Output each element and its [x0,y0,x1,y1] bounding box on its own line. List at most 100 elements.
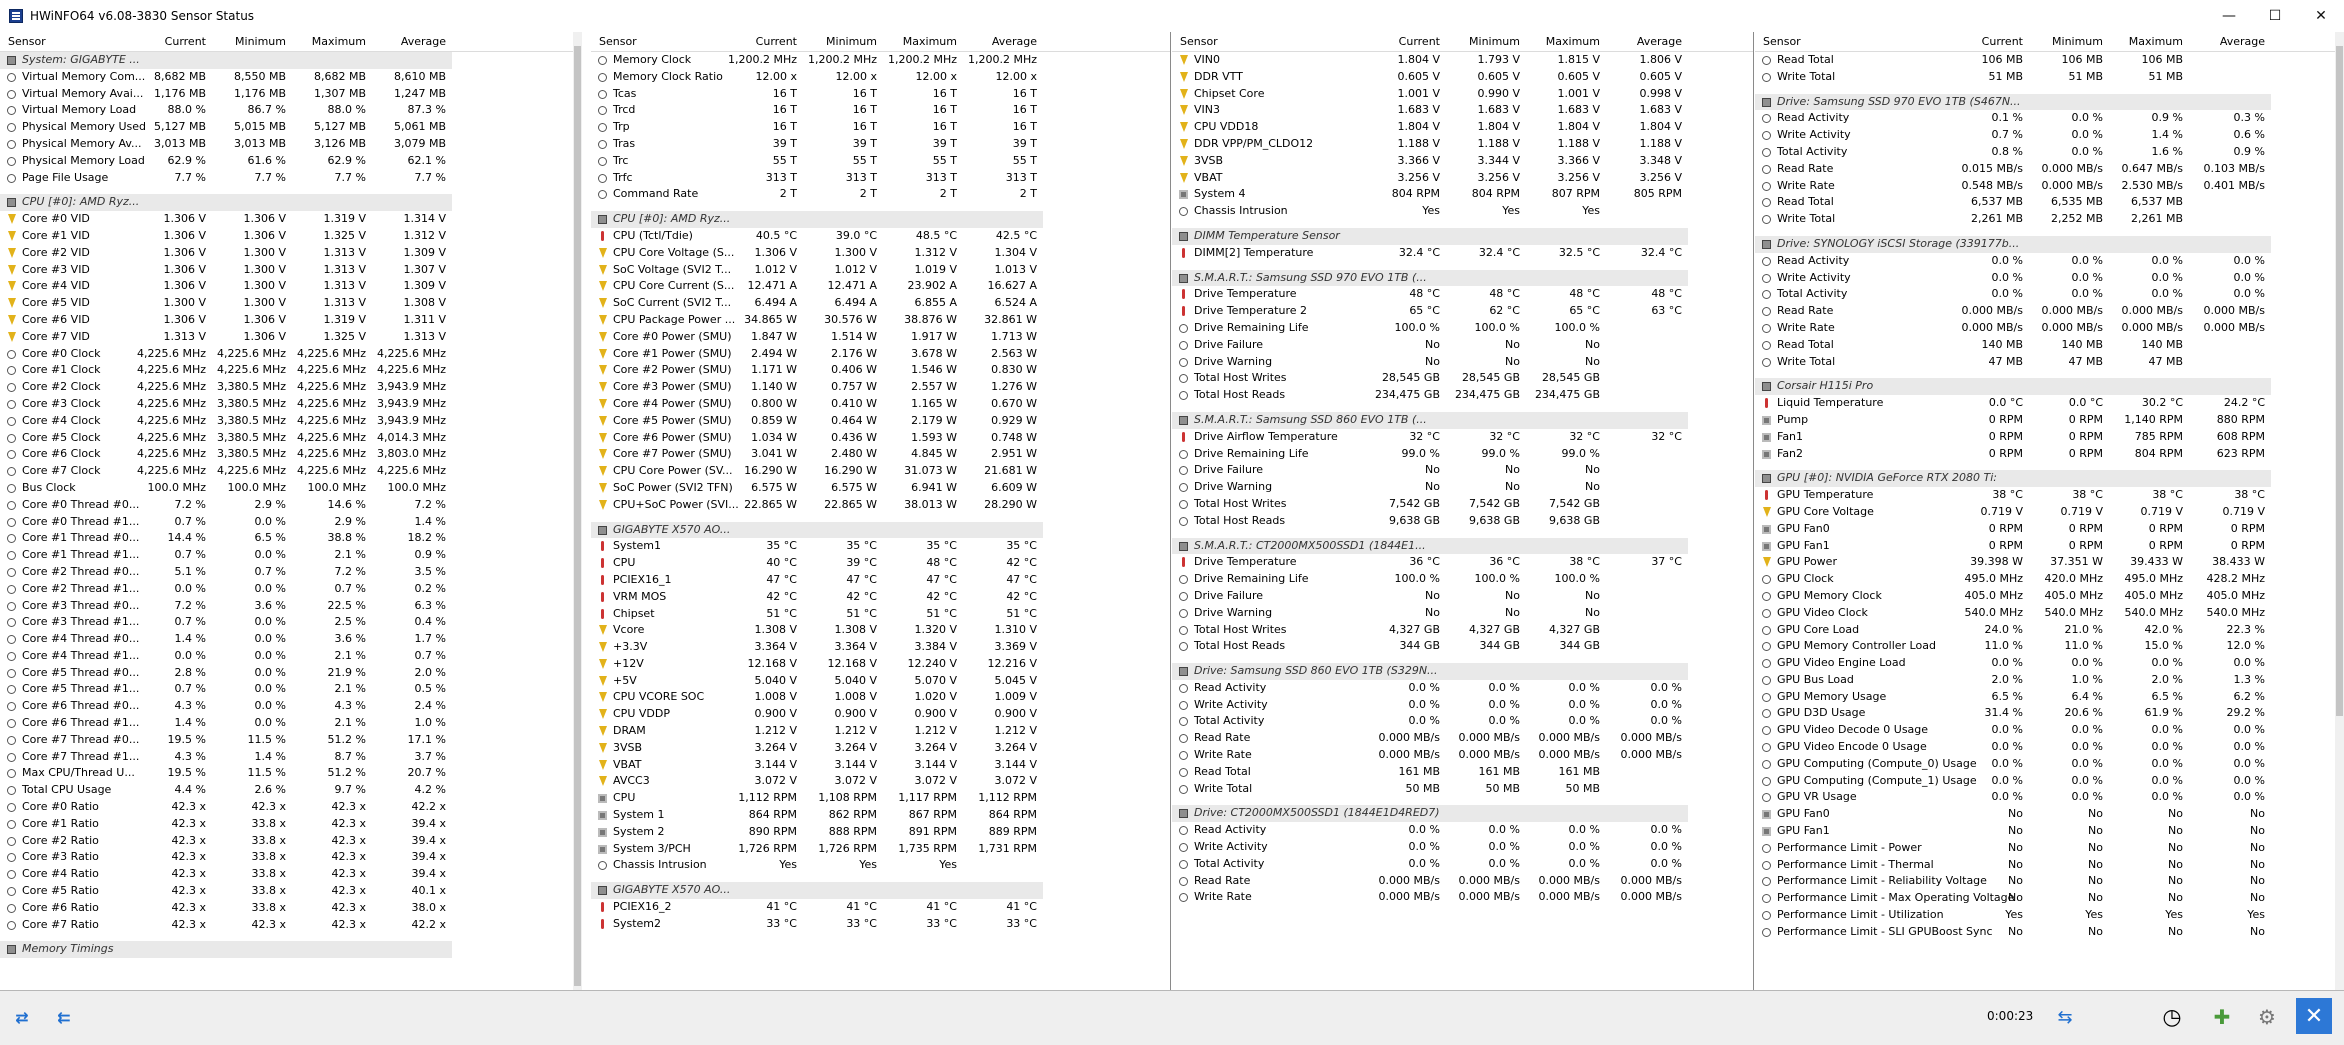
sensor-row[interactable]: Physical Memory Used 5,127 MB 5,015 MB 5,12… [0,119,581,136]
sensor-row[interactable]: CPU VDDP 0.900 V 0.900 V 0.900 V 0.900 V [591,706,1170,723]
sensor-row[interactable]: Write Activity 0.7 % 0.0 % 1.4 % 0.6 % [1755,127,2335,144]
sensor-row[interactable]: Total Activity 0.8 % 0.0 % 1.6 % 0.9 % [1755,144,2335,161]
sensor-row[interactable]: Trp 16 T 16 T 16 T 16 T [591,119,1170,136]
sensor-row[interactable]: GPU Computing (Compute_0) Usage 0.0 % 0.0 … [1755,756,2335,773]
column-header-current[interactable]: Current [719,32,797,52]
column-header-row[interactable]: Sensor Current Minimum Maximum Average [0,32,581,52]
sensor-row[interactable]: Total Host Reads 234,475 GB 234,475 GB 234,… [1172,387,1753,404]
sensor-row[interactable]: Drive Warning No No No [1172,479,1753,496]
sensor-row[interactable]: DDR VPP/PM_CLDO12 1.188 V 1.188 V 1.188 V 1.… [1172,136,1753,153]
sensor-row[interactable]: GPU Core Load 24.0 % 21.0 % 42.0 % 22.3 % [1755,622,2335,639]
sensor-row[interactable]: Core #0 Clock 4,225.6 MHz 4,225.6 MHz 4,225… [0,346,581,363]
sensor-group-header[interactable]: GIGABYTE X570 AO... [591,882,1043,900]
sensor-row[interactable]: Chassis Intrusion Yes Yes Yes [591,857,1170,874]
sensor-row[interactable]: +3.3V 3.364 V 3.364 V 3.384 V 3.369 V [591,639,1170,656]
sensor-row[interactable]: Write Total 2,261 MB 2,252 MB 2,261 MB [1755,211,2335,228]
sensor-row[interactable]: Total Activity 0.0 % 0.0 % 0.0 % 0.0 % [1172,856,1753,873]
sensor-row[interactable]: Drive Failure No No No [1172,337,1753,354]
sensor-row[interactable]: Performance Limit - Max Operating Voltag… [1755,890,2335,907]
sensor-row[interactable]: Drive Temperature 2 65 °C 62 °C 65 °C 63 °C [1172,303,1753,320]
sensor-row[interactable]: GPU Video Clock 540.0 MHz 540.0 MHz 540.0 M… [1755,605,2335,622]
sensor-row[interactable]: Drive Failure No No No [1172,462,1753,479]
sensor-row[interactable]: VIN0 1.804 V 1.793 V 1.815 V 1.806 V [1172,52,1753,69]
sensor-row[interactable]: Core #5 Thread #1... 0.7 % 0.0 % 2.1 % 0.5 % [0,681,581,698]
sensor-row[interactable]: Core #1 VID 1.306 V 1.306 V 1.325 V 1.312 V [0,228,581,245]
sensor-row[interactable]: Pump 0 RPM 0 RPM 1,140 RPM 880 RPM [1755,412,2335,429]
sensor-row[interactable]: Core #7 Ratio 42.3 x 42.3 x 42.3 x 42.2 x [0,917,581,934]
sensor-row[interactable]: CPU 1,112 RPM 1,108 RPM 1,117 RPM 1,112 RPM [591,790,1170,807]
sensor-row[interactable]: GPU Temperature 38 °C 38 °C 38 °C 38 °C [1755,487,2335,504]
sensor-row[interactable]: Drive Failure No No No [1172,588,1753,605]
column-header-average[interactable]: Average [2187,32,2265,52]
sensor-row[interactable]: Core #7 Thread #1... 4.3 % 1.4 % 8.7 % 3.7 % [0,749,581,766]
sensor-row[interactable]: Drive Temperature 36 °C 36 °C 38 °C 37 °C [1172,554,1753,571]
sensor-row[interactable]: Core #1 Thread #0... 14.4 % 6.5 % 38.8 % 18.… [0,530,581,547]
column-header-maximum[interactable]: Maximum [288,32,366,52]
sensor-row[interactable]: Tcas 16 T 16 T 16 T 16 T [591,86,1170,103]
sensor-row[interactable]: Core #5 Clock 4,225.6 MHz 3,380.5 MHz 4,225… [0,430,581,447]
sensor-row[interactable]: Core #6 Thread #0... 4.3 % 0.0 % 4.3 % 2.4 % [0,698,581,715]
arrow-left-right-icon[interactable]: ⇄ [6,1001,38,1033]
sensor-row[interactable]: Core #2 VID 1.306 V 1.300 V 1.313 V 1.309 V [0,245,581,262]
sensor-row[interactable]: Vcore 1.308 V 1.308 V 1.320 V 1.310 V [591,622,1170,639]
sensor-row[interactable]: GPU Video Encode 0 Usage 0.0 % 0.0 % 0.0 % 0… [1755,739,2335,756]
sensor-row[interactable]: Core #6 Clock 4,225.6 MHz 3,380.5 MHz 4,225… [0,446,581,463]
sensor-row[interactable]: Core #5 VID 1.300 V 1.300 V 1.313 V 1.308 V [0,295,581,312]
sensor-row[interactable]: Read Activity 0.1 % 0.0 % 0.9 % 0.3 % [1755,110,2335,127]
sensor-row[interactable]: Core #6 Power (SMU) 1.034 W 0.436 W 1.593 W… [591,430,1170,447]
sensor-row[interactable]: Drive Remaining Life 100.0 % 100.0 % 100.0 … [1172,320,1753,337]
sensor-row[interactable]: GPU Video Decode 0 Usage 0.0 % 0.0 % 0.0 % 0… [1755,722,2335,739]
column-header-maximum[interactable]: Maximum [1522,32,1600,52]
sensor-row[interactable]: Write Total 51 MB 51 MB 51 MB [1755,69,2335,86]
sensor-row[interactable]: Core #4 Clock 4,225.6 MHz 3,380.5 MHz 4,225… [0,413,581,430]
sensor-row[interactable]: Total Host Writes 7,542 GB 7,542 GB 7,542 G… [1172,496,1753,513]
column-header-current[interactable]: Current [1945,32,2023,52]
sensor-row[interactable]: Core #7 Clock 4,225.6 MHz 4,225.6 MHz 4,225… [0,463,581,480]
sensor-row[interactable]: Write Activity 0.0 % 0.0 % 0.0 % 0.0 % [1172,839,1753,856]
sensor-row[interactable]: Total CPU Usage 4.4 % 2.6 % 9.7 % 4.2 % [0,782,581,799]
maximize-button[interactable]: ☐ [2252,0,2298,32]
sensor-group-header[interactable]: GPU [#0]: NVIDIA GeForce RTX 2080 Ti: [1755,470,2271,488]
sensor-row[interactable]: System 4 804 RPM 804 RPM 807 RPM 805 RPM [1172,186,1753,203]
arrow-left-double-icon[interactable]: ⇇ [48,1001,80,1033]
sensor-row[interactable]: Core #1 Clock 4,225.6 MHz 4,225.6 MHz 4,225… [0,362,581,379]
sensor-row[interactable]: Core #4 Ratio 42.3 x 33.8 x 42.3 x 39.4 x [0,866,581,883]
sensor-row[interactable]: CPU (Tctl/Tdie) 40.5 °C 39.0 °C 48.5 °C 42.5… [591,228,1170,245]
sensor-group-header[interactable]: S.M.A.R.T.: Samsung SSD 970 EVO 1TB (... [1172,269,1688,287]
sensor-row[interactable]: CPU Core Voltage (S... 1.306 V 1.300 V 1.31… [591,245,1170,262]
sensor-row[interactable]: Core #7 VID 1.313 V 1.306 V 1.325 V 1.313 V [0,329,581,346]
sensor-group-header[interactable]: CPU [#0]: AMD Ryz... [591,211,1043,228]
sensor-row[interactable]: Read Total 106 MB 106 MB 106 MB [1755,52,2335,69]
sensor-row[interactable]: Read Activity 0.0 % 0.0 % 0.0 % 0.0 % [1172,822,1753,839]
sensor-row[interactable]: Virtual Memory Load 88.0 % 86.7 % 88.0 % 87.… [0,102,581,119]
sensor-row[interactable]: Liquid Temperature 0.0 °C 0.0 °C 30.2 °C 24.… [1755,395,2335,412]
column-header-minimum[interactable]: Minimum [1442,32,1520,52]
add-report-icon[interactable]: ✚ [2205,1001,2239,1033]
sensor-row[interactable]: Core #0 VID 1.306 V 1.306 V 1.319 V 1.314 V [0,211,581,228]
sensor-row[interactable]: Write Rate 0.000 MB/s 0.000 MB/s 0.000 MB/s… [1172,747,1753,764]
sensor-row[interactable]: Fan1 0 RPM 0 RPM 785 RPM 608 RPM [1755,429,2335,446]
column-header-sensor[interactable]: Sensor [1180,32,1218,52]
sensor-row[interactable]: Read Total 161 MB 161 MB 161 MB [1172,764,1753,781]
scroll-thumb[interactable] [2336,46,2343,716]
sensor-row[interactable]: Chipset 51 °C 51 °C 51 °C 51 °C [591,606,1170,623]
sensor-row[interactable]: Core #0 Power (SMU) 1.847 W 1.514 W 1.917 W… [591,329,1170,346]
sensor-group-header[interactable]: DIMM Temperature Sensor [1172,227,1688,245]
sensor-row[interactable]: Max CPU/Thread U... 19.5 % 11.5 % 51.2 % 20.… [0,765,581,782]
sensor-row[interactable]: SoC Voltage (SVI2 T... 1.012 V 1.012 V 1.01… [591,262,1170,279]
column-header-row[interactable]: Sensor Current Minimum Maximum Average [1172,32,1753,52]
sensor-row[interactable]: System 2 890 RPM 888 RPM 891 RPM 889 RPM [591,824,1170,841]
sensor-group-header[interactable]: S.M.A.R.T.: CT2000MX500SSD1 (1844E1... [1172,537,1688,555]
sensor-row[interactable]: Memory Clock 1,200.2 MHz 1,200.2 MHz 1,200.… [591,52,1170,69]
sensor-row[interactable]: 3VSB 3.366 V 3.344 V 3.366 V 3.348 V [1172,153,1753,170]
sensor-row[interactable]: Core #2 Thread #0... 5.1 % 0.7 % 7.2 % 3.5 % [0,564,581,581]
sensor-row[interactable]: Memory Clock Ratio 12.00 x 12.00 x 12.00 x 1… [591,69,1170,86]
column-header-sensor[interactable]: Sensor [8,32,46,52]
sensor-row[interactable]: Drive Remaining Life 100.0 % 100.0 % 100.0 … [1172,571,1753,588]
sensor-row[interactable]: Core #1 Power (SMU) 2.494 W 2.176 W 3.678 W… [591,346,1170,363]
column-header-row[interactable]: Sensor Current Minimum Maximum Average [1755,32,2335,52]
sensor-row[interactable]: Core #1 Thread #1... 0.7 % 0.0 % 2.1 % 0.9 % [0,547,581,564]
sensor-row[interactable]: Core #7 Power (SMU) 3.041 W 2.480 W 4.845 W… [591,446,1170,463]
sensor-row[interactable]: +12V 12.168 V 12.168 V 12.240 V 12.216 V [591,656,1170,673]
sensor-row[interactable]: Physical Memory Load 62.9 % 61.6 % 62.9 % 62… [0,153,581,170]
